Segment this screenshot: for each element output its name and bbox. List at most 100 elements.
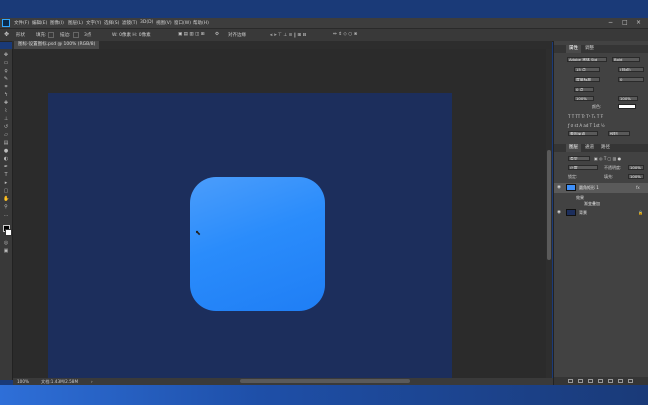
document-tab-bar: 图标-设置图标.psd @ 100% (RGB/8) — [12, 41, 552, 49]
healing-icon[interactable]: ✚ — [3, 101, 9, 106]
shape-icon[interactable]: ▢ — [3, 189, 9, 194]
lasso-icon[interactable]: ϙ — [3, 69, 9, 74]
stroke-label: 描边: — [60, 33, 71, 38]
adjustment-layer-icon[interactable] — [598, 379, 603, 383]
align-icons[interactable]: ⫷ ⫸ ⊤ ⊥ ≡ ⫼ ⊞ ⊟ — [270, 32, 306, 38]
add-mask-icon[interactable] — [588, 379, 593, 383]
marquee-icon[interactable]: ▭ — [3, 61, 9, 66]
blend-mode-select[interactable]: 正常 — [568, 165, 598, 170]
pen-icon[interactable]: ✒ — [3, 165, 9, 170]
font-size-field[interactable]: 15 点 — [574, 67, 600, 72]
horizontal-scale-field[interactable]: 100% — [618, 96, 638, 101]
trash-icon[interactable] — [628, 379, 633, 383]
status-arrow-icon[interactable]: › — [91, 379, 93, 384]
history-brush-icon[interactable]: ↺ — [3, 125, 9, 130]
fill-swatch[interactable] — [48, 32, 54, 38]
blur-icon[interactable]: ● — [3, 149, 9, 154]
link-layers-icon[interactable] — [568, 379, 573, 383]
opentype-icons[interactable]: ƒ σ st A ad T 1st ½ — [568, 123, 605, 128]
brush-icon[interactable]: ⌇ — [3, 109, 9, 114]
rounded-rectangle-shape[interactable] — [190, 177, 325, 311]
zoom-icon[interactable]: ⚲ — [3, 205, 9, 210]
bottom-desktop-strip — [0, 385, 648, 405]
tool-mode-select[interactable]: 形状 — [16, 32, 25, 38]
group-icon[interactable] — [608, 379, 613, 383]
gradient-overlay-effect[interactable]: 渐变叠加 — [584, 199, 648, 208]
hand-icon[interactable]: ✋ — [3, 197, 9, 202]
align-edges-checkbox[interactable]: 对齐边缘 — [228, 32, 246, 38]
gear-icon[interactable]: ⚙ — [215, 32, 219, 37]
vertical-scale-field[interactable]: 100% — [574, 96, 594, 101]
zoom-level[interactable]: 100% — [17, 379, 29, 384]
baseline-field[interactable]: 0 点 — [574, 87, 594, 92]
dodge-icon[interactable]: ◐ — [3, 157, 9, 162]
kerning-field[interactable]: 度量标准 — [574, 77, 600, 82]
fill-field[interactable]: 100% — [628, 174, 644, 179]
close-icon[interactable]: × — [636, 19, 641, 26]
path-ops-icons[interactable]: ▣ ▤ ▥ ◫ ⊞ — [178, 32, 205, 37]
stroke-width-field[interactable]: 3点 — [84, 32, 91, 38]
stamp-icon[interactable]: ⊥ — [3, 117, 9, 122]
tab-paths[interactable]: 路径 — [598, 144, 613, 152]
move-icon[interactable]: ✥ — [3, 53, 9, 58]
tab-layers[interactable]: 图层 — [566, 144, 581, 152]
fill-label: 填充: — [604, 174, 614, 179]
menu-bar: 文件(F) 编辑(E) 图像(I) 图层(L) 文字(Y) 选择(S) 滤镜(T… — [0, 18, 648, 29]
layer-row-background[interactable]: ◉ 背景 🔒 — [554, 208, 648, 218]
opacity-field[interactable]: 100% — [628, 165, 644, 170]
layer-row-selected[interactable]: ◉ 圆角矩形 1 fx — [554, 183, 648, 193]
leading-field[interactable]: (自动) — [618, 67, 644, 72]
fx-icon[interactable]: fx — [636, 185, 640, 190]
quick-select-icon[interactable]: ✎ — [3, 77, 9, 82]
lock-icon: 🔒 — [638, 210, 643, 215]
distribute-icons[interactable]: ⇔ ⇕ ◇ ○ ⊗ — [333, 32, 357, 37]
screen-mode-icon[interactable]: ▣ — [3, 249, 9, 254]
font-style-select[interactable]: Bold — [612, 57, 640, 62]
stroke-swatch[interactable] — [73, 32, 79, 38]
add-style-icon[interactable] — [578, 379, 583, 383]
menu-layer[interactable]: 图层(L) — [68, 20, 83, 26]
text-color-swatch[interactable] — [618, 104, 636, 109]
minimize-icon[interactable]: − — [608, 19, 613, 26]
font-family-select[interactable]: Adobe 黑体 Std — [567, 57, 607, 62]
antialias-select[interactable]: 锐利 — [608, 131, 630, 136]
text-style-icons[interactable]: T T TT Tr T¹ T₁ T Ŧ — [568, 114, 603, 119]
tab-channels[interactable]: 通道 — [582, 144, 597, 152]
layer-kind-filter[interactable]: 类型 — [568, 156, 590, 161]
language-select[interactable]: 美国英语 — [568, 131, 598, 136]
cursor-icon: ⬉ — [195, 229, 201, 237]
type-icon[interactable]: T — [3, 173, 9, 178]
menu-file[interactable]: 文件(F) — [14, 20, 29, 26]
crop-icon[interactable]: ⌗ — [3, 85, 9, 90]
path-select-icon[interactable]: ▸ — [3, 181, 9, 186]
menu-filter[interactable]: 滤镜(T) — [122, 20, 137, 26]
filter-icons[interactable]: ▣ ◎ T ▢ ▥ ● — [594, 156, 621, 161]
menu-image[interactable]: 图像(I) — [50, 20, 64, 26]
document-tab[interactable]: 图标-设置图标.psd @ 100% (RGB/8) — [14, 41, 100, 49]
tab-adjustments[interactable]: 调整 — [582, 45, 597, 53]
menu-3d[interactable]: 3D(D) — [140, 20, 153, 25]
maximize-icon[interactable]: □ — [622, 19, 628, 26]
menu-help[interactable]: 帮助(H) — [193, 20, 209, 26]
move-tool-icon[interactable]: ✥ — [4, 31, 9, 38]
more-tools-icon[interactable]: … — [3, 213, 9, 218]
fill-label: 填充: — [36, 33, 47, 38]
menu-select[interactable]: 选择(S) — [104, 20, 119, 26]
tracking-field[interactable]: 0 — [618, 77, 644, 82]
gradient-icon[interactable]: ▤ — [3, 141, 9, 146]
menu-edit[interactable]: 编辑(E) — [32, 20, 47, 26]
eyedropper-icon[interactable]: ϟ — [3, 93, 9, 98]
tab-properties[interactable]: 属性 — [566, 45, 581, 53]
background-color-icon[interactable] — [5, 229, 12, 236]
menu-window[interactable]: 窗口(W) — [174, 20, 191, 26]
eraser-icon[interactable]: ▱ — [3, 133, 9, 138]
menu-type[interactable]: 文字(Y) — [86, 20, 101, 26]
horizontal-scroll-thumb[interactable] — [240, 379, 410, 383]
new-layer-icon[interactable] — [618, 379, 623, 383]
size-fields[interactable]: W: 0像素 H: 0像素 — [112, 32, 151, 38]
quick-mask-icon[interactable]: ◎ — [3, 241, 9, 246]
vertical-scroll-thumb[interactable] — [547, 150, 551, 260]
eye-icon[interactable]: ◉ — [557, 210, 561, 215]
menu-view[interactable]: 视图(V) — [156, 20, 172, 26]
eye-icon[interactable]: ◉ — [557, 185, 561, 190]
